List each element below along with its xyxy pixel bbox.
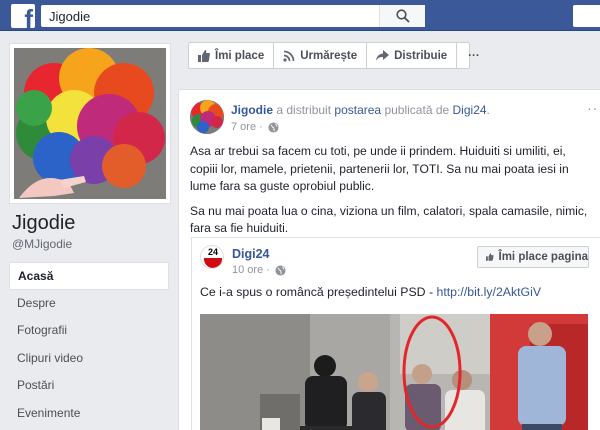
nav-item-acasa[interactable]: Acasă [9, 262, 169, 290]
globe-icon [268, 121, 279, 133]
search-button[interactable] [379, 5, 425, 27]
page-navigation: Acasă Despre Fotografii Clipuri video Po… [9, 262, 169, 427]
more-options-label: ··· [468, 49, 480, 62]
post-paragraph: Sa nu mai poata lua o cina, viziona un f… [190, 203, 588, 236]
shared-post-caption: Ce i-a spus o româncă președintelui PSD … [200, 285, 437, 299]
more-options-button[interactable]: ··· [457, 43, 491, 68]
shared-post-meta: 10 ore · [232, 264, 286, 276]
shared-post: 24 Digi24 10 ore · Îmi place pagina Ce i… [191, 237, 600, 430]
post-author-link[interactable]: Jigodie [231, 103, 273, 117]
share-button[interactable]: Distribuie [367, 43, 458, 68]
post-shared-text: a distribuit [276, 103, 332, 117]
search-input[interactable]: Jigodie [41, 5, 425, 27]
post-timestamp[interactable]: 7 ore · [231, 121, 263, 133]
top-bar-right-field[interactable] [573, 5, 600, 27]
shared-post-author[interactable]: Digi24 [232, 247, 270, 261]
post-options-icon[interactable]: ··· [587, 100, 600, 116]
thumbs-up-icon [486, 253, 494, 261]
nav-item-despre[interactable]: Despre [9, 290, 169, 318]
nav-item-postari[interactable]: Postări [9, 372, 169, 400]
search-icon [396, 9, 410, 23]
follow-button-label: Urmărește [300, 49, 358, 62]
profile-picture [14, 48, 166, 199]
page-action-bar: Îmi place Urmărește Distribuie ··· [188, 42, 480, 69]
digi24-avatar[interactable]: 24 [200, 245, 224, 269]
facebook-logo-icon[interactable]: f [11, 4, 35, 28]
globe-icon [275, 264, 286, 276]
thumbs-up-icon [198, 49, 210, 62]
like-button-label: Îmi place [215, 49, 265, 62]
nav-item-clipuri-video[interactable]: Clipuri video [9, 345, 169, 373]
shared-post-link[interactable]: postarea [334, 103, 381, 117]
nav-item-evenimente[interactable]: Evenimente [9, 400, 169, 428]
shared-post-url[interactable]: http://bit.ly/2AktGiV [436, 285, 541, 299]
nav-item-fotografii[interactable]: Fotografii [9, 317, 169, 345]
post-meta: 7 ore · [231, 121, 279, 133]
post-text: Asa ar trebui sa facem cu toti, pe unde … [190, 143, 594, 245]
top-bar: f Jigodie [0, 0, 600, 31]
like-page-button[interactable]: Îmi place pagina [477, 246, 589, 268]
page-name[interactable]: Jigodie [12, 212, 75, 235]
digi24-avatar-text: 24 [207, 247, 218, 257]
search-input-value: Jigodie [49, 9, 91, 24]
shared-post-timestamp[interactable]: 10 ore · [232, 264, 270, 276]
shared-post-text: Ce i-a spus o româncă președintelui PSD … [200, 285, 541, 299]
post-header: Jigodie a distribuit postarea publicată … [231, 103, 490, 117]
share-arrow-icon [376, 50, 390, 61]
follow-button[interactable]: Urmărește [274, 43, 368, 68]
post-card: Jigodie a distribuit postarea publicată … [178, 89, 600, 430]
post-author-avatar[interactable] [190, 100, 224, 134]
share-button-label: Distribuie [394, 49, 448, 62]
post-paragraph: Asa ar trebui sa facem cu toti, pe unde … [190, 144, 569, 193]
post-source-link[interactable]: Digi24 [453, 103, 487, 117]
profile-picture-frame[interactable] [9, 43, 171, 204]
like-page-label: Îmi place pagina [498, 251, 588, 263]
rss-icon [283, 50, 295, 62]
like-button[interactable]: Îmi place [189, 43, 275, 68]
shared-post-photo[interactable] [200, 314, 588, 430]
post-published-by-text: publicată de [384, 103, 450, 117]
page-handle[interactable]: @MJigodie [12, 237, 72, 251]
